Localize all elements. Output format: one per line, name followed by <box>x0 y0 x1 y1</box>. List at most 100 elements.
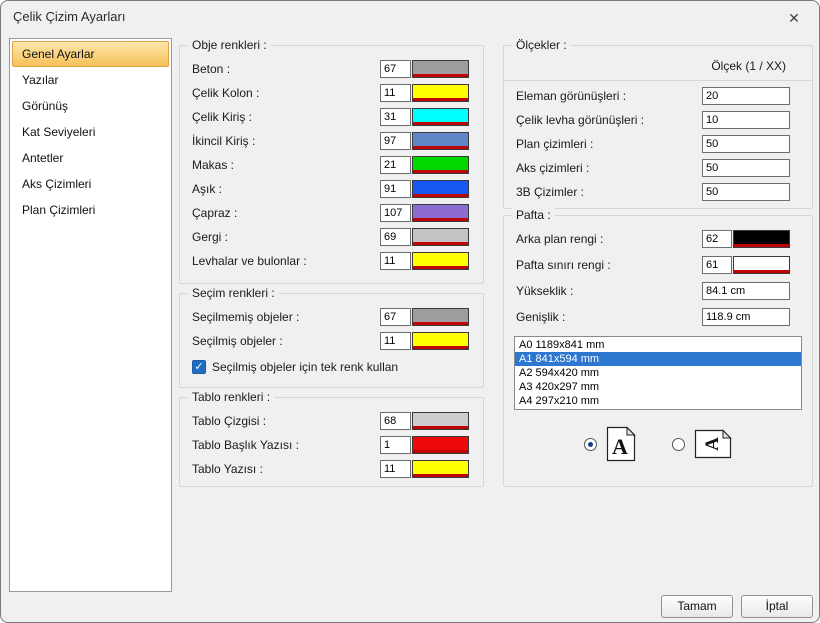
sidebar-item-gorunus[interactable]: Görünüş <box>12 93 169 119</box>
color-underline <box>413 146 468 149</box>
checkbox-checked-icon[interactable] <box>192 360 206 374</box>
sidebar-item-yazilar[interactable]: Yazılar <box>12 67 169 93</box>
selection-colors-group: Seçim renkleri : Seçilmemiş objeler : Se… <box>179 293 484 388</box>
color-fill <box>413 461 468 474</box>
color-number-input[interactable] <box>380 252 411 270</box>
color-row-label: Çapraz : <box>192 206 380 220</box>
color-number-input[interactable] <box>380 84 411 102</box>
color-swatch-button[interactable] <box>412 156 469 174</box>
color-row-label: Beton : <box>192 62 380 76</box>
color-fill <box>413 229 468 242</box>
color-swatch-button[interactable] <box>412 308 469 326</box>
scale-value-input[interactable] <box>702 159 790 177</box>
scale-value-input[interactable] <box>702 87 790 105</box>
color-underline <box>413 242 468 245</box>
color-row-tablo-cizgisi: Tablo Çizgisi : <box>192 412 469 430</box>
color-number-input[interactable] <box>380 204 411 222</box>
color-swatch-button[interactable] <box>733 256 790 274</box>
color-swatch-button[interactable] <box>412 332 469 350</box>
sidebar-item-kat-seviyeleri[interactable]: Kat Seviyeleri <box>12 119 169 145</box>
color-swatch-button[interactable] <box>412 84 469 102</box>
height-input[interactable] <box>702 282 790 300</box>
color-swatch-button[interactable] <box>412 180 469 198</box>
group-title: Seçim renkleri : <box>188 286 279 300</box>
sidebar-item-aks-cizimleri[interactable]: Aks Çizimleri <box>12 171 169 197</box>
portrait-radio[interactable] <box>584 438 597 451</box>
paper-size-item-a3[interactable]: A3 420x297 mm <box>515 380 801 394</box>
color-underline <box>413 74 468 77</box>
orientation-landscape-option[interactable]: A <box>672 429 732 459</box>
color-swatch-button[interactable] <box>412 460 469 478</box>
landscape-radio[interactable] <box>672 438 685 451</box>
color-fill <box>413 253 468 266</box>
color-row-asik: Aşık : <box>192 180 469 198</box>
color-fill <box>413 133 468 146</box>
color-underline <box>413 426 468 429</box>
color-number-input[interactable] <box>380 436 411 454</box>
scale-value-input[interactable] <box>702 183 790 201</box>
color-number-input[interactable] <box>380 60 411 78</box>
paper-size-item-a0[interactable]: A0 1189x841 mm <box>515 338 801 352</box>
scale-row-celik-levha: Çelik levha görünüşleri : <box>516 111 790 129</box>
color-number-input[interactable] <box>380 108 411 126</box>
color-underline <box>413 450 468 453</box>
scale-value-input[interactable] <box>702 135 790 153</box>
color-swatch-button[interactable] <box>412 108 469 126</box>
group-title: Obje renkleri : <box>188 38 271 52</box>
sidebar-item-genel-ayarlar[interactable]: Genel Ayarlar <box>12 41 169 67</box>
color-row-label: Tablo Başlık Yazısı : <box>192 438 380 452</box>
color-number-input[interactable] <box>380 228 411 246</box>
landscape-page-a-icon[interactable]: A <box>694 429 732 459</box>
paper-size-item-a1[interactable]: A1 841x594 mm <box>515 352 801 366</box>
svg-text:A: A <box>612 434 628 459</box>
paper-size-listbox[interactable]: A0 1189x841 mm A1 841x594 mm A2 594x420 … <box>514 336 802 410</box>
color-number-input[interactable] <box>380 132 411 150</box>
color-number-input[interactable] <box>380 460 411 478</box>
color-swatch-button[interactable] <box>733 230 790 248</box>
color-swatch-button[interactable] <box>412 412 469 430</box>
color-underline <box>413 322 468 325</box>
color-row-tablo-yazisi: Tablo Yazısı : <box>192 460 469 478</box>
svg-text:A: A <box>702 437 723 451</box>
color-row-secilmemis: Seçilmemiş objeler : <box>192 308 469 326</box>
paper-size-item-a4[interactable]: A4 297x210 mm <box>515 394 801 408</box>
cancel-button[interactable]: İptal <box>741 595 813 618</box>
settings-sidebar: Genel Ayarlar Yazılar Görünüş Kat Seviye… <box>9 38 172 592</box>
dim-row-yukseklik: Yükseklik : <box>516 282 790 300</box>
color-underline <box>413 170 468 173</box>
ok-button[interactable]: Tamam <box>661 595 733 618</box>
color-row-gergi: Gergi : <box>192 228 469 246</box>
scale-row-label: 3B Çizimler : <box>516 185 702 199</box>
color-row-pafta-siniri: Pafta sınırı rengi : <box>516 256 790 274</box>
orientation-row: A A <box>504 426 812 462</box>
color-number-input[interactable] <box>380 308 411 326</box>
color-number-input[interactable] <box>380 332 411 350</box>
width-input[interactable] <box>702 308 790 326</box>
color-number-input[interactable] <box>380 156 411 174</box>
sidebar-item-plan-cizimleri[interactable]: Plan Çizimleri <box>12 197 169 223</box>
color-swatch-button[interactable] <box>412 436 469 454</box>
color-number-input[interactable] <box>380 412 411 430</box>
color-swatch-button[interactable] <box>412 204 469 222</box>
dim-row-label: Genişlik : <box>516 310 702 324</box>
portrait-page-a-icon[interactable]: A <box>606 426 636 462</box>
color-fill <box>413 333 468 346</box>
scale-row-3b: 3B Çizimler : <box>516 183 790 201</box>
paper-size-item-a2[interactable]: A2 594x420 mm <box>515 366 801 380</box>
color-number-input[interactable] <box>380 180 411 198</box>
orientation-portrait-option[interactable]: A <box>584 426 636 462</box>
color-row-tablo-baslik: Tablo Başlık Yazısı : <box>192 436 469 454</box>
color-swatch-button[interactable] <box>412 60 469 78</box>
color-swatch-button[interactable] <box>412 252 469 270</box>
color-number-input[interactable] <box>702 256 732 274</box>
color-row-arka-plan: Arka plan rengi : <box>516 230 790 248</box>
close-icon[interactable]: ✕ <box>777 5 811 31</box>
color-swatch-button[interactable] <box>412 228 469 246</box>
color-row-label: Çelik Kiriş : <box>192 110 380 124</box>
color-underline <box>413 98 468 101</box>
sidebar-item-antetler[interactable]: Antetler <box>12 145 169 171</box>
color-number-input[interactable] <box>702 230 732 248</box>
group-title: Pafta : <box>512 208 555 222</box>
color-swatch-button[interactable] <box>412 132 469 150</box>
scale-value-input[interactable] <box>702 111 790 129</box>
